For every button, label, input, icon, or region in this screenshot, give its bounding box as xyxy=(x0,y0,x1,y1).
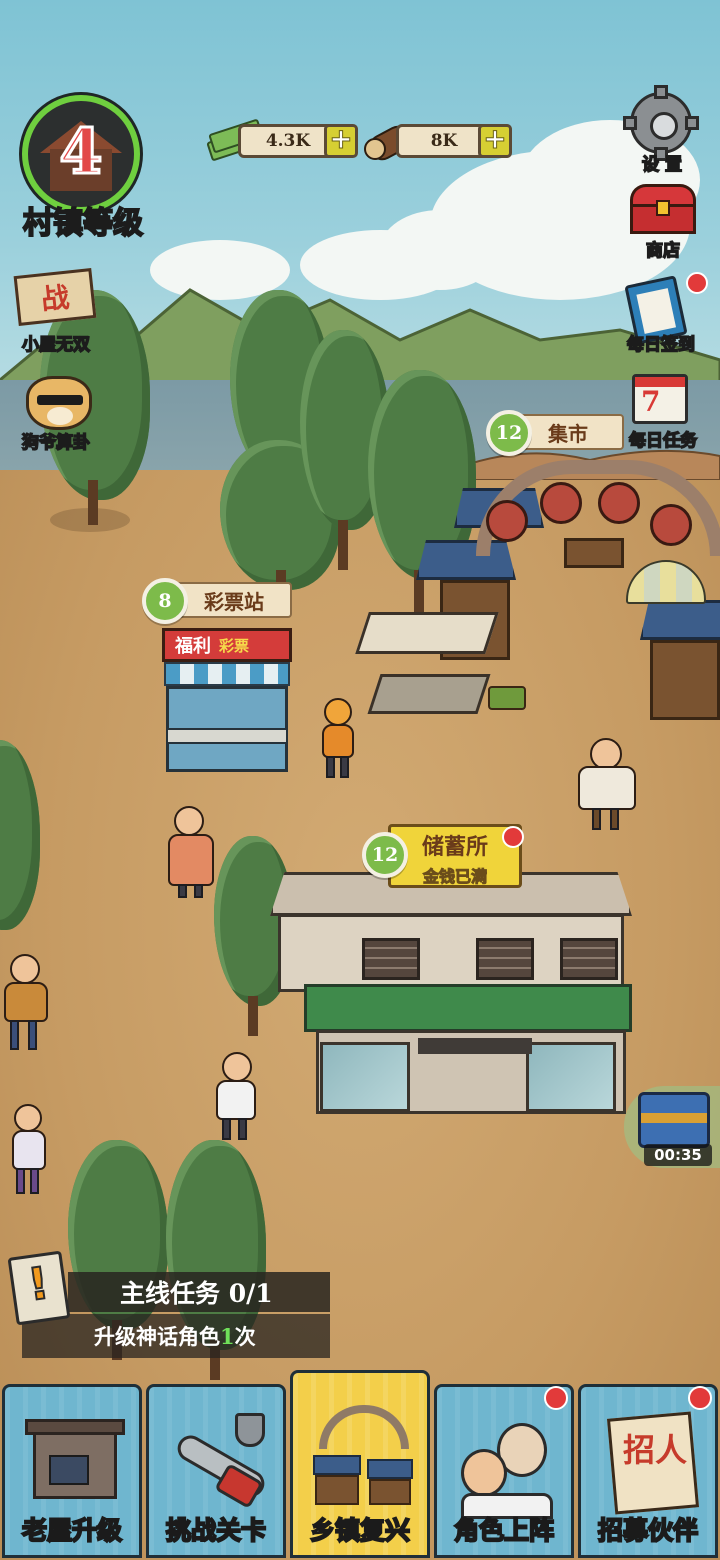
airdrop-crate-icon xyxy=(638,1092,710,1148)
tab-town-revival[interactable]: 乡镇复兴 xyxy=(290,1370,430,1558)
npc-woman[interactable] xyxy=(160,802,222,900)
savings-name: 储蓄所 xyxy=(421,834,488,860)
settings-button[interactable]: 设 置 xyxy=(622,85,702,176)
bottom-nav: 老屋升级 挑战关卡 乡镇复兴 角色上阵 招人 招募伙伴 xyxy=(0,1370,720,1560)
savings-notification-dot xyxy=(502,826,524,848)
tab-characters[interactable]: 角色上阵 xyxy=(434,1384,574,1558)
add-wood-button[interactable]: + xyxy=(478,124,512,158)
market-name-tag[interactable]: 集市 xyxy=(516,414,624,450)
tab-recruit[interactable]: 招人 招募伙伴 xyxy=(578,1384,718,1558)
npc-butcher[interactable] xyxy=(570,736,642,832)
savings-level-badge: 12 xyxy=(362,832,408,878)
battle-label: 小屋无双 xyxy=(21,334,91,356)
characters-icon xyxy=(457,1409,557,1519)
fortune-button[interactable]: 狗爷算卦 xyxy=(10,370,102,454)
treasure-chest-icon xyxy=(630,184,696,236)
add-money-button[interactable]: + xyxy=(324,124,358,158)
savings-status: 金钱已满 xyxy=(422,867,487,887)
recruit-notification-dot xyxy=(688,1386,712,1410)
lottery-level-badge: 8 xyxy=(142,578,188,624)
town-level-label: 村镇等级 xyxy=(22,205,144,242)
npc-punk[interactable] xyxy=(0,950,56,1054)
vegetable-crate xyxy=(488,686,526,710)
doge-icon xyxy=(26,376,92,430)
money-counter: 4.3K xyxy=(238,124,338,158)
quest-title: 主线任务 0/1 xyxy=(68,1272,330,1312)
savings-building[interactable] xyxy=(270,866,632,1116)
town-level-number: 4 xyxy=(58,114,104,190)
lottery-kiosk[interactable]: 福利 彩票 xyxy=(162,628,292,774)
characters-notification-dot xyxy=(544,1386,568,1410)
npc-worker[interactable] xyxy=(312,692,372,782)
checkin-label: 每日签到 xyxy=(626,334,696,356)
market-canopy-stall xyxy=(355,612,499,722)
settings-label: 设 置 xyxy=(641,154,682,176)
npc-old-man[interactable] xyxy=(208,1048,264,1144)
market-icon xyxy=(313,1395,413,1505)
quest-description: 升级神话角色 1 次 xyxy=(22,1314,330,1358)
recruit-icon: 招人 xyxy=(601,1409,701,1519)
battle-sign-icon: 战 xyxy=(13,268,97,326)
daily-tasks-button[interactable]: 7 每日任务 xyxy=(618,370,708,452)
calendar-day: 7 xyxy=(641,385,661,418)
recruit-sign-text: 招人 xyxy=(622,1431,687,1469)
tasks-label: 每日任务 xyxy=(628,430,698,452)
npc-boy[interactable] xyxy=(6,1100,54,1198)
calendar-icon: 7 xyxy=(632,374,688,424)
shop-label: 商店 xyxy=(645,240,681,262)
reward-timer: 00:35 xyxy=(644,1144,712,1166)
town-level-badge[interactable]: 4 xyxy=(22,95,140,213)
tab-house-upgrade[interactable]: 老屋升级 xyxy=(2,1384,142,1558)
tab-challenge[interactable]: 挑战关卡 xyxy=(146,1384,286,1558)
checkin-notification-dot xyxy=(686,272,708,294)
daily-checkin-button[interactable]: 每日签到 xyxy=(616,272,708,356)
battle-button[interactable]: 战 小屋无双 xyxy=(10,268,102,358)
timed-reward-box[interactable]: 00:35 xyxy=(624,1086,720,1168)
tree xyxy=(0,740,40,960)
house-icon xyxy=(25,1409,125,1519)
shop-button[interactable]: 商店 xyxy=(620,180,706,262)
gear-icon xyxy=(623,85,699,161)
lottery-name-tag[interactable]: 彩票站 xyxy=(172,582,292,618)
chainsaw-icon xyxy=(169,1409,270,1519)
lottery-sign: 福利 彩票 xyxy=(162,628,292,662)
exclamation-icon[interactable]: ! xyxy=(7,1250,71,1326)
fortune-label: 狗爷算卦 xyxy=(21,432,91,454)
market-level-badge: 12 xyxy=(486,410,532,456)
